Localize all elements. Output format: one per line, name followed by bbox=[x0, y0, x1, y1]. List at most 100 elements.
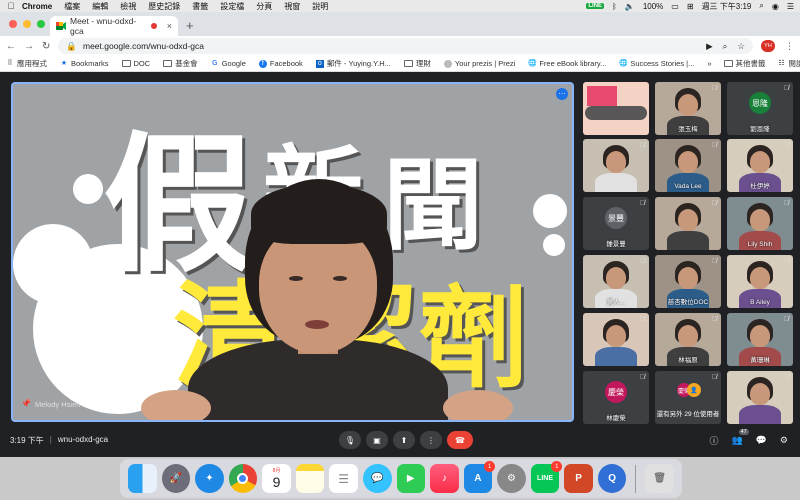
search-icon[interactable]: ⌕ bbox=[759, 1, 763, 11]
chat-icon[interactable]: 💬 bbox=[756, 435, 767, 446]
participant-face bbox=[606, 267, 626, 289]
control-center-icon[interactable]: ☰ bbox=[787, 2, 794, 11]
reminders-icon[interactable]: ☰ bbox=[329, 464, 358, 493]
camera-in-use-icon[interactable]: ▶ bbox=[706, 41, 713, 52]
bookmark-prezi[interactable]: Your prezis | Prezi bbox=[443, 59, 515, 68]
clock[interactable]: 週三 下午3:19 bbox=[702, 1, 752, 12]
participant-tile[interactable]: 恩隆 🎙̸ 劉恩隆 bbox=[727, 82, 793, 135]
reload-icon[interactable]: ↻ bbox=[42, 41, 50, 52]
back-icon[interactable]: ← bbox=[6, 41, 16, 52]
menu-tab[interactable]: 分頁 bbox=[256, 1, 272, 12]
more-options-button[interactable]: ⋮ bbox=[420, 431, 442, 449]
close-window-button[interactable] bbox=[9, 20, 17, 28]
apple-icon[interactable]:  bbox=[0, 1, 22, 11]
bookmark-star-icon[interactable]: ☆ bbox=[737, 41, 745, 52]
bookmark-apps[interactable]: ⠿ 應用程式 bbox=[6, 58, 47, 69]
bookmark-bookmarks[interactable]: ★ Bookmarks bbox=[60, 59, 109, 68]
people-icon: 👥 bbox=[731, 435, 743, 445]
participant-tile[interactable]: 🎙̸ 林福原 bbox=[655, 313, 721, 366]
volume-icon[interactable]: 🔈 bbox=[625, 2, 635, 11]
system-preferences-icon[interactable]: ⚙ bbox=[497, 464, 526, 493]
participant-tile[interactable] bbox=[583, 82, 649, 135]
app-store-icon[interactable]: A1 bbox=[463, 461, 496, 493]
bookmark-mail[interactable]: o 郵件 - Yuying.Y.H... bbox=[315, 58, 391, 69]
participant-tile[interactable]: 🎙̸ 黃珊琳 bbox=[727, 313, 793, 366]
participant-tile[interactable]: 🎙̸ 杜伊婷 bbox=[727, 139, 793, 192]
quicktime-icon[interactable]: Q bbox=[597, 464, 627, 493]
participant-tile[interactable]: 慶榮 🎙̸ 林慶榮 bbox=[583, 371, 649, 424]
new-tab-button[interactable]: + bbox=[186, 18, 194, 33]
trash-icon[interactable]: 🗑 bbox=[645, 464, 674, 493]
line-status-icon[interactable]: LINE bbox=[586, 3, 605, 9]
shared-screen-thumb bbox=[587, 86, 617, 106]
participant-tile[interactable]: 🎙̸ Lily Shih bbox=[727, 197, 793, 250]
bluetooth-icon[interactable]: ᛒ bbox=[612, 2, 617, 11]
bookmark-google[interactable]: G Google bbox=[211, 59, 246, 68]
participant-tile[interactable]: 景豐 🎙̸ 鍾景豐 bbox=[583, 197, 649, 250]
main-speaker-video[interactable]: 假 新 聞 清 潔 劑 📌 Melody Hsieh … bbox=[11, 82, 574, 422]
lock-icon[interactable]: 🔒 bbox=[66, 41, 77, 52]
menu-profiles[interactable]: 設定檔 bbox=[220, 1, 244, 12]
zoom-window-button[interactable] bbox=[37, 20, 45, 28]
participant-tile[interactable]: 🎙̸ bbox=[583, 139, 649, 192]
bookmark-foundation[interactable]: 基金會 bbox=[163, 58, 198, 69]
bookmark-success[interactable]: 🌐 Success Stories |... bbox=[619, 59, 694, 68]
participant-tile[interactable]: 🎙̸ 張玉梅 bbox=[655, 82, 721, 135]
minimize-window-button[interactable] bbox=[23, 20, 31, 28]
participant-tile[interactable]: 🎙̸ 慈杏數位DOC bbox=[655, 255, 721, 308]
menu-bookmarks[interactable]: 書籤 bbox=[192, 1, 208, 12]
tab-meet[interactable]: Meet - wnu-odxd-gca × bbox=[50, 16, 178, 36]
safari-icon[interactable]: ✦ bbox=[195, 464, 224, 493]
meeting-details-icon[interactable]: ⓘ bbox=[709, 434, 718, 447]
menu-window[interactable]: 視窗 bbox=[284, 1, 300, 12]
bookmark-ebook[interactable]: 🌐 Free eBook library... bbox=[528, 59, 606, 68]
address-bar[interactable]: 🔒 meet.google.com/wnu-odxd-gca ▶ ⌕ ☆ bbox=[58, 38, 753, 54]
menu-app-name[interactable]: Chrome bbox=[22, 2, 52, 11]
notes-icon[interactable] bbox=[295, 464, 325, 493]
menu-view[interactable]: 檢視 bbox=[120, 1, 136, 12]
bookmarks-overflow-button[interactable]: » bbox=[707, 59, 711, 68]
finder-icon[interactable] bbox=[128, 464, 157, 493]
launchpad-icon[interactable]: 🚀 bbox=[161, 464, 191, 493]
leave-call-button[interactable]: ☎ bbox=[447, 431, 473, 449]
participant-tile[interactable]: 慶榮 👤 🎙̸ 還有另外 29 位使用者 bbox=[655, 371, 721, 424]
close-tab-icon[interactable]: × bbox=[167, 21, 172, 31]
people-button[interactable]: 👥 47 bbox=[731, 429, 749, 446]
facetime-icon[interactable]: ▶ bbox=[396, 464, 426, 493]
chrome-icon[interactable] bbox=[228, 464, 258, 493]
line-app-icon[interactable]: LINE 1 bbox=[530, 461, 563, 493]
siri-icon[interactable]: ◉ bbox=[772, 2, 779, 11]
bookmark-finance[interactable]: 理財 bbox=[403, 58, 431, 69]
input-method-icon[interactable]: ⊞ bbox=[687, 2, 694, 11]
participant-tile[interactable]: 🎙̸ bbox=[655, 197, 721, 250]
messages-icon[interactable]: 💬 bbox=[362, 464, 392, 493]
reading-list[interactable]: ☷閱讀清單 bbox=[778, 58, 800, 69]
music-icon[interactable]: ♪ bbox=[430, 464, 459, 493]
menubar-status-area: LINE ᛒ 🔈 100% ▭ ⊞ 週三 下午3:19 ⌕ ◉ ☰ bbox=[586, 1, 800, 12]
menu-help[interactable]: 說明 bbox=[312, 1, 328, 12]
present-button[interactable]: ⬆ bbox=[393, 431, 415, 449]
bookmark-doc[interactable]: DOC bbox=[121, 59, 150, 68]
battery-icon[interactable]: ▭ bbox=[671, 2, 679, 11]
forward-icon[interactable]: → bbox=[24, 41, 34, 52]
participant-tile[interactable]: 🎙̸ Vada Lee bbox=[655, 139, 721, 192]
menu-file[interactable]: 檔案 bbox=[64, 1, 80, 12]
zoom-icon[interactable]: ⌕ bbox=[723, 41, 728, 52]
calendar-icon[interactable]: 8月 9 bbox=[262, 464, 291, 493]
menu-edit[interactable]: 編輯 bbox=[92, 1, 108, 12]
participant-tile[interactable]: 🎙̸ bbox=[727, 371, 793, 424]
menu-history[interactable]: 歷史記錄 bbox=[148, 1, 180, 12]
participant-tile[interactable]: 🎙̸ 黃人... bbox=[583, 255, 649, 308]
powerpoint-icon[interactable]: P bbox=[564, 464, 593, 493]
participant-tile[interactable]: 🎙̸ bbox=[583, 313, 649, 366]
bookmark-other[interactable]: 其他書籤 bbox=[723, 58, 766, 69]
camera-button[interactable]: ▣ bbox=[366, 431, 388, 449]
pin-icon[interactable]: 📌 bbox=[21, 399, 31, 408]
microphone-button[interactable]: 🎙 bbox=[339, 431, 361, 449]
chrome-menu-icon[interactable]: ⋮ bbox=[785, 41, 794, 52]
activities-icon[interactable]: ⚙ bbox=[780, 435, 788, 446]
more-options-icon[interactable]: … bbox=[556, 88, 568, 100]
bookmark-facebook[interactable]: f Facebook bbox=[258, 59, 303, 68]
profile-avatar[interactable]: YH bbox=[761, 40, 775, 52]
participant-tile[interactable]: 🎙̸ B Ailey bbox=[727, 255, 793, 308]
